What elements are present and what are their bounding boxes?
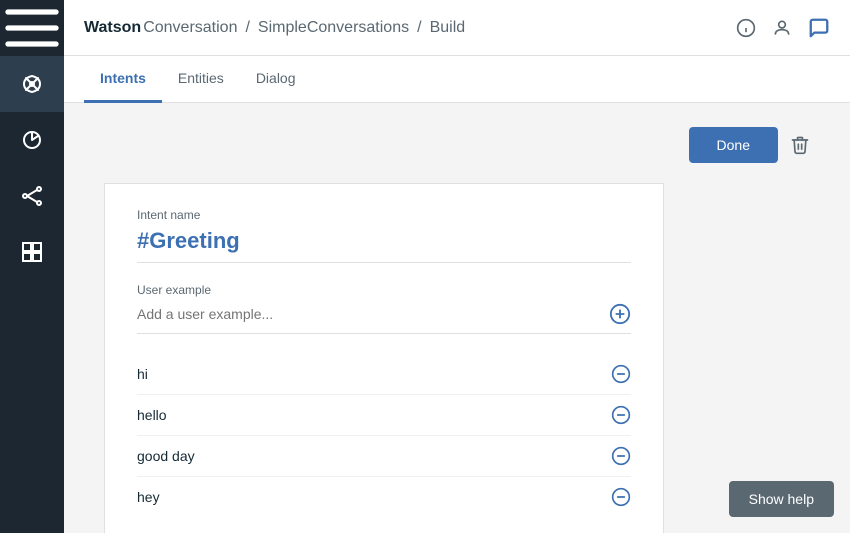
- user-icon[interactable]: [772, 18, 792, 38]
- examples-list: hi hello good day hey: [137, 354, 631, 517]
- sidebar-item-graph[interactable]: [0, 168, 64, 224]
- content-area: Done Intent name #Greeting User example: [64, 103, 850, 533]
- tabs: Intents Entities Dialog: [64, 56, 850, 103]
- product-name: Conversation: [143, 19, 237, 37]
- sidebar-item-analytics[interactable]: [0, 112, 64, 168]
- tab-intents[interactable]: Intents: [84, 56, 162, 103]
- user-example-label: User example: [137, 283, 631, 297]
- chat-icon[interactable]: [808, 17, 830, 39]
- example-text: hi: [137, 366, 601, 382]
- intent-name-label: Intent name: [137, 208, 631, 222]
- header: Watson Conversation / SimpleConversation…: [64, 0, 850, 56]
- example-item: good day: [137, 436, 631, 477]
- example-item: hey: [137, 477, 631, 517]
- show-help-button[interactable]: Show help: [729, 481, 834, 517]
- action-row: Done: [104, 127, 810, 163]
- workspace-name[interactable]: SimpleConversations: [258, 19, 409, 37]
- menu-button[interactable]: [0, 0, 64, 56]
- tab-entities[interactable]: Entities: [162, 56, 240, 103]
- user-example-row: [137, 303, 631, 334]
- tab-dialog[interactable]: Dialog: [240, 56, 312, 103]
- done-button[interactable]: Done: [689, 127, 778, 163]
- intent-name-value: #Greeting: [137, 228, 631, 263]
- example-text: hey: [137, 489, 601, 505]
- sidebar: [0, 0, 64, 533]
- example-text: good day: [137, 448, 601, 464]
- header-actions: [736, 17, 830, 39]
- remove-example-button[interactable]: [611, 364, 631, 384]
- add-example-button[interactable]: [609, 303, 631, 325]
- sidebar-item-tools[interactable]: [0, 56, 64, 112]
- breadcrumb: Watson Conversation / SimpleConversation…: [84, 19, 465, 37]
- page-name: Build: [430, 19, 466, 37]
- intent-card: Intent name #Greeting User example hi hel…: [104, 183, 664, 533]
- user-example-input[interactable]: [137, 306, 601, 322]
- example-text: hello: [137, 407, 601, 423]
- sidebar-item-grid[interactable]: [0, 224, 64, 280]
- remove-example-button[interactable]: [611, 446, 631, 466]
- example-item: hello: [137, 395, 631, 436]
- sep1: /: [245, 19, 249, 37]
- brand-name: Watson: [84, 19, 141, 37]
- delete-button[interactable]: [790, 135, 810, 155]
- example-item: hi: [137, 354, 631, 395]
- info-icon[interactable]: [736, 18, 756, 38]
- remove-example-button[interactable]: [611, 405, 631, 425]
- main-area: Watson Conversation / SimpleConversation…: [64, 0, 850, 533]
- trash-icon: [790, 135, 810, 155]
- remove-example-button[interactable]: [611, 487, 631, 507]
- sep2: /: [417, 19, 421, 37]
